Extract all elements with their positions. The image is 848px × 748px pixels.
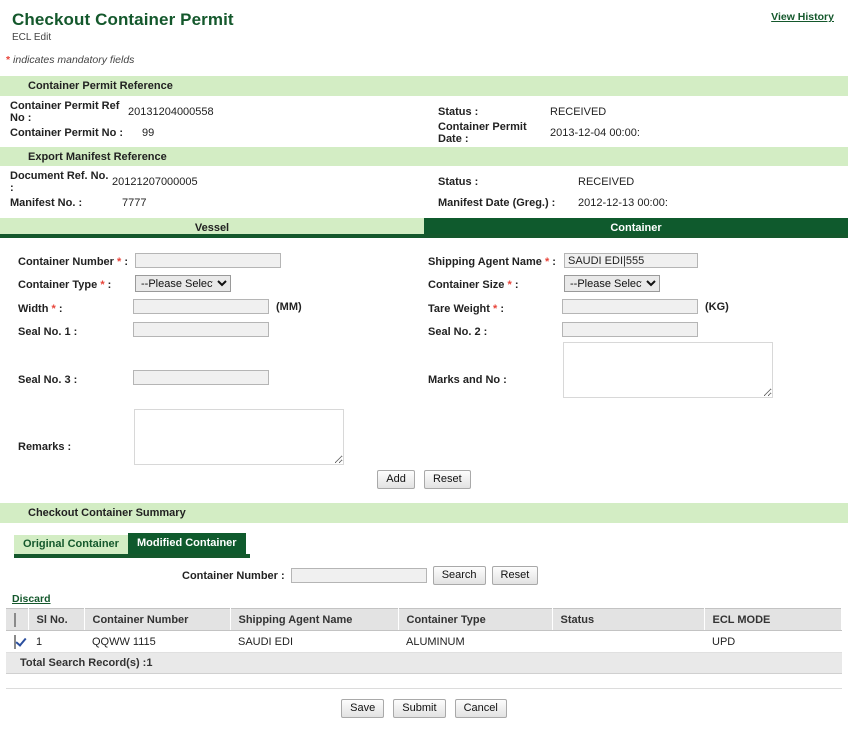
- page-title: Checkout Container Permit: [12, 10, 836, 30]
- info-row: Container Permit No : 99 Container Permi…: [0, 122, 848, 143]
- tab-original-container[interactable]: Original Container: [14, 535, 128, 554]
- container-permit-reference-info: Container Permit Ref No : 20131204000558…: [0, 96, 848, 146]
- seal-no-2-label: Seal No. 2 :: [428, 326, 487, 338]
- page-subtitle: ECL Edit: [12, 32, 836, 44]
- container-size-select[interactable]: --Please Select--: [564, 275, 660, 292]
- summary-tabs: Original Container Modified Container: [14, 537, 250, 558]
- width-unit-label: (MM): [276, 301, 302, 313]
- container-type-label: Container Type * :: [18, 279, 111, 291]
- discard-link[interactable]: Discard: [12, 593, 51, 605]
- container-number-input[interactable]: [135, 253, 281, 268]
- tab-modified-container[interactable]: Modified Container: [128, 533, 246, 554]
- info-row: Container Permit Ref No : 20131204000558…: [0, 101, 848, 122]
- row-select-cell: [6, 631, 28, 653]
- submit-button[interactable]: Submit: [393, 699, 445, 718]
- seal-no-2-input[interactable]: [562, 322, 698, 337]
- column-container-number: Container Number: [84, 609, 230, 631]
- view-history-link[interactable]: View History: [771, 11, 834, 23]
- cell-shipping-agent-name: SAUDI EDI: [230, 631, 398, 653]
- seal-no-3-input[interactable]: [133, 370, 269, 385]
- container-search-row: Container Number : Search Reset: [0, 566, 848, 585]
- select-all-header: [6, 609, 28, 631]
- shipping-agent-name-input[interactable]: [564, 253, 698, 268]
- cell-container-number[interactable]: QQWW 1115: [84, 631, 230, 653]
- search-reset-button[interactable]: Reset: [492, 566, 539, 585]
- save-button[interactable]: Save: [341, 699, 384, 718]
- container-type-select[interactable]: --Please Select--: [135, 275, 231, 292]
- container-summary-table: Sl No. Container Number Shipping Agent N…: [6, 608, 842, 653]
- shipping-agent-name-label: Shipping Agent Name * :: [428, 256, 556, 268]
- tare-weight-label: Tare Weight * :: [428, 303, 504, 315]
- section-export-manifest-reference: Export Manifest Reference: [0, 146, 848, 166]
- remarks-textarea[interactable]: [134, 409, 344, 465]
- permit-status-label: Status :: [424, 106, 550, 118]
- column-shipping-agent-name: Shipping Agent Name: [230, 609, 398, 631]
- tab-vessel[interactable]: Vessel: [0, 218, 424, 234]
- column-status: Status: [552, 609, 704, 631]
- footer-divider: [6, 688, 842, 689]
- width-label: Width * :: [18, 303, 63, 315]
- mandatory-fields-note: * indicates mandatory fields: [6, 54, 848, 66]
- search-button[interactable]: Search: [433, 566, 486, 585]
- manifest-no-label: Manifest No. :: [0, 197, 112, 209]
- table-header-row: Sl No. Container Number Shipping Agent N…: [6, 609, 842, 631]
- total-search-records: Total Search Record(s) :1: [6, 653, 842, 674]
- permit-no-value: 99: [128, 127, 154, 139]
- select-all-checkbox[interactable]: [14, 613, 16, 627]
- seal-no-1-label: Seal No. 1 :: [18, 326, 77, 338]
- container-size-label: Container Size * :: [428, 279, 518, 291]
- table-row: 1 QQWW 1115 SAUDI EDI ALUMINUM UPD: [6, 631, 842, 653]
- permit-date-value: 2013-12-04 00:00:: [550, 127, 640, 139]
- search-container-number-label: Container Number :: [182, 570, 285, 582]
- marks-and-no-label: Marks and No :: [428, 374, 507, 386]
- vessel-container-tabs: Vessel Container: [0, 218, 848, 238]
- section-checkout-container-summary: Checkout Container Summary: [0, 503, 848, 523]
- required-star: *: [6, 54, 10, 66]
- seal-no-1-input[interactable]: [133, 322, 269, 337]
- manifest-no-value: 7777: [112, 197, 146, 209]
- cell-sl-no: 1: [28, 631, 84, 653]
- remarks-label: Remarks :: [18, 441, 71, 453]
- column-sl-no: Sl No.: [28, 609, 84, 631]
- checkout-container-permit-page: Checkout Container Permit ECL Edit View …: [0, 0, 848, 748]
- column-ecl-mode: ECL MODE: [704, 609, 842, 631]
- manifest-status-value: RECEIVED: [578, 176, 634, 188]
- container-number-label: Container Number * :: [18, 256, 128, 268]
- export-manifest-reference-info: Document Ref. No. : 20121207000005 Statu…: [0, 166, 848, 216]
- info-row: Manifest No. : 7777 Manifest Date (Greg.…: [0, 192, 848, 213]
- page-header: Checkout Container Permit ECL Edit View …: [0, 0, 848, 44]
- section-container-permit-reference: Container Permit Reference: [0, 76, 848, 96]
- info-row: Document Ref. No. : 20121207000005 Statu…: [0, 171, 848, 192]
- cell-status: [552, 631, 704, 653]
- document-ref-no-label: Document Ref. No. :: [0, 170, 112, 194]
- tare-weight-unit-label: (KG): [705, 301, 729, 313]
- width-input[interactable]: [133, 299, 269, 314]
- permit-no-label: Container Permit No :: [0, 127, 128, 139]
- tare-weight-input[interactable]: [562, 299, 698, 314]
- row-select-checkbox[interactable]: [14, 635, 16, 649]
- search-container-number-input[interactable]: [291, 568, 427, 583]
- manifest-status-label: Status :: [438, 176, 578, 188]
- tab-container[interactable]: Container: [424, 218, 848, 234]
- permit-date-label: Container Permit Date :: [424, 121, 550, 145]
- mandatory-note-text: indicates mandatory fields: [13, 54, 134, 66]
- manifest-date-label: Manifest Date (Greg.) :: [438, 197, 578, 209]
- permit-ref-no-label: Container Permit Ref No :: [0, 100, 128, 124]
- seal-no-3-label: Seal No. 3 :: [18, 374, 77, 386]
- document-ref-no-value: 20121207000005: [112, 176, 198, 188]
- column-container-type: Container Type: [398, 609, 552, 631]
- container-form: Container Number * : Container Type * : …: [0, 238, 848, 473]
- permit-ref-no-value: 20131204000558: [128, 106, 214, 118]
- marks-and-no-textarea[interactable]: [563, 342, 773, 398]
- cancel-button[interactable]: Cancel: [455, 699, 507, 718]
- footer-action-buttons: Save Submit Cancel: [0, 699, 848, 718]
- cell-container-type: ALUMINUM: [398, 631, 552, 653]
- manifest-date-value: 2012-12-13 00:00:: [578, 197, 668, 209]
- cell-ecl-mode: UPD: [704, 631, 842, 653]
- permit-status-value: RECEIVED: [550, 106, 606, 118]
